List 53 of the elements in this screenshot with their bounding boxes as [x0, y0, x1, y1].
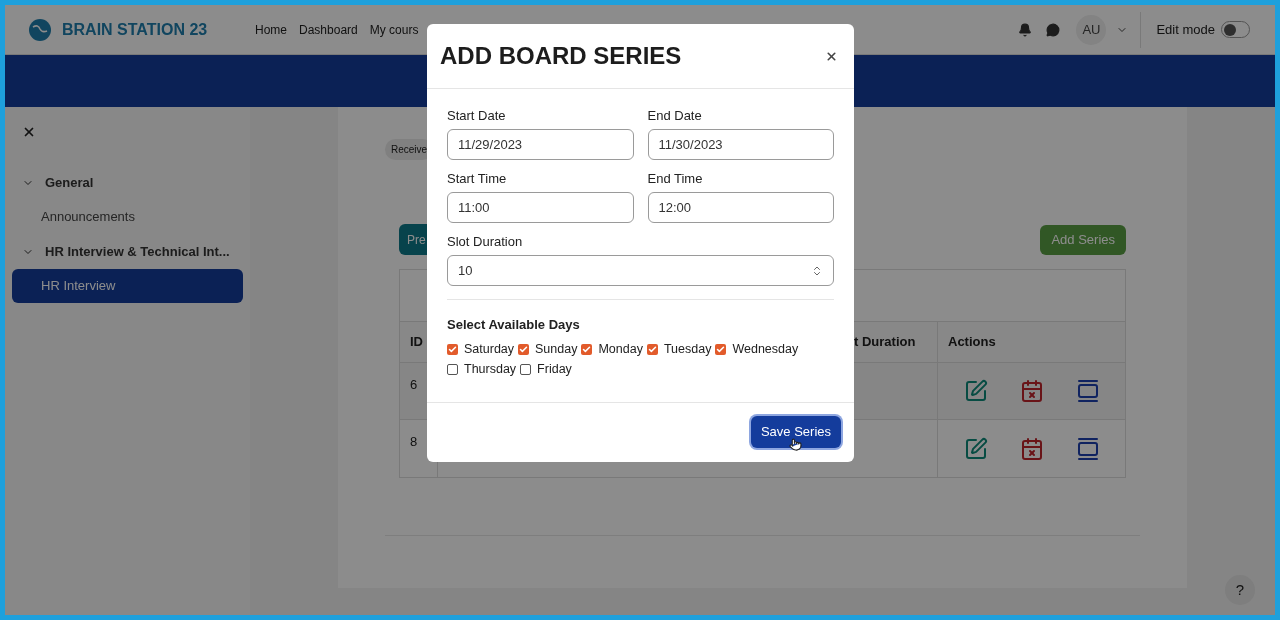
slots-icon[interactable] [1076, 379, 1100, 403]
chat-icon[interactable] [1046, 22, 1061, 37]
edit-icon[interactable] [964, 379, 988, 403]
input-field[interactable]: 11/29/2023 [447, 129, 634, 160]
pointer-cursor-icon [789, 437, 802, 451]
day-checkbox[interactable]: Monday [581, 341, 643, 358]
nav-link[interactable]: Home [255, 20, 287, 39]
checkbox[interactable] [518, 344, 530, 355]
day-checkbox[interactable]: Saturday [447, 341, 515, 358]
nav-link[interactable]: My cours [369, 20, 419, 39]
calendar-delete-icon[interactable] [1020, 379, 1044, 403]
save-series-button[interactable]: Save Series [750, 416, 841, 448]
sidebar-section[interactable]: HR Interview & Technical Int... [12, 234, 243, 269]
help-button[interactable]: ? [1225, 575, 1255, 605]
sidebar-item[interactable]: Announcements [12, 200, 243, 234]
spinner-icon[interactable] [811, 264, 823, 277]
edit-mode-toggle[interactable] [1221, 21, 1250, 38]
input-field[interactable]: 11:00 [447, 192, 634, 223]
input-field[interactable]: 12:00 [647, 192, 834, 223]
edit-icon[interactable] [964, 436, 988, 461]
days-label: Select Available Days [447, 316, 581, 334]
modal-title: ADD BOARD SERIES [440, 41, 682, 71]
day-checkbox[interactable]: Wednesday [715, 341, 799, 358]
field-label: Slot Duration [447, 233, 524, 248]
sidebar-item[interactable]: HR Interview [12, 269, 243, 303]
notification-icon[interactable] [1018, 22, 1033, 37]
user-avatar[interactable]: AU [1076, 14, 1107, 45]
field-label: End Time [647, 170, 704, 185]
logo-icon [28, 17, 52, 42]
brand-name: BRAIN STATION 23 [62, 19, 209, 40]
day-checkbox[interactable]: Thursday [447, 361, 517, 378]
checkbox[interactable] [715, 344, 727, 355]
sidebar-section[interactable]: General [12, 165, 243, 200]
input-field[interactable]: 10 [447, 255, 834, 286]
checkbox[interactable] [581, 344, 593, 355]
field-label: Start Date [447, 107, 507, 122]
checkbox[interactable] [447, 364, 458, 375]
checkbox[interactable] [520, 364, 532, 375]
nav-link[interactable]: Dashboard [299, 20, 358, 39]
checkbox[interactable] [646, 344, 658, 355]
slots-icon[interactable] [1076, 436, 1100, 461]
close-icon[interactable] [22, 125, 36, 139]
close-icon[interactable] [825, 49, 838, 63]
edit-mode-label: Edit mode [1156, 20, 1215, 39]
day-checkbox[interactable]: Friday [520, 361, 572, 378]
input-field[interactable]: 11/30/2023 [647, 129, 834, 160]
calendar-delete-icon[interactable] [1020, 436, 1044, 461]
checkbox[interactable] [447, 344, 458, 355]
day-checkbox[interactable]: Tuesday [646, 341, 712, 358]
column-header: Actions [947, 333, 997, 352]
day-checkbox[interactable]: Sunday [518, 341, 578, 358]
field-label: Start Time [447, 170, 508, 185]
field-label: End Date [647, 107, 703, 122]
